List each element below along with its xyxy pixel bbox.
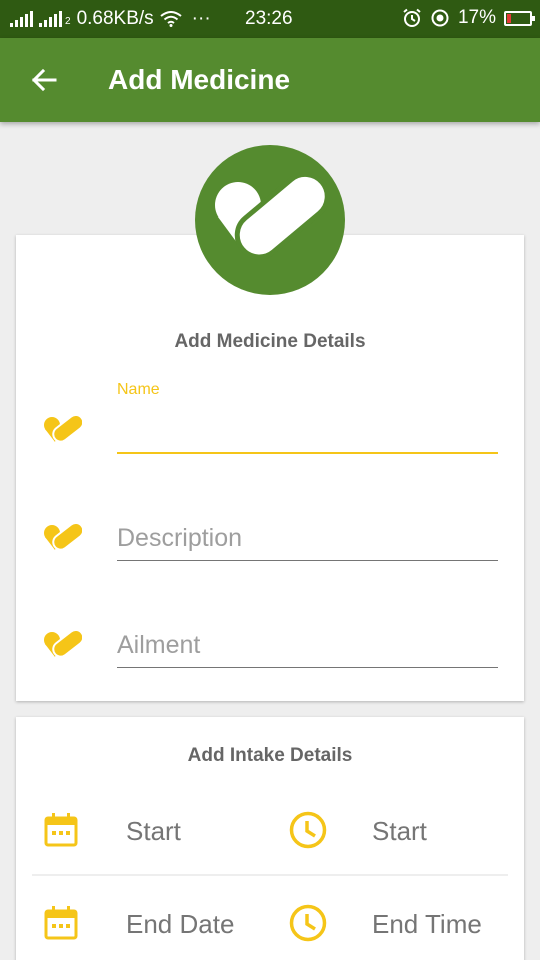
medicine-details-card: Add Medicine Details Name [16, 235, 524, 701]
arrow-left-icon [31, 68, 57, 92]
intake-divider [32, 874, 508, 876]
medicine-details-heading: Add Medicine Details [174, 331, 366, 352]
clock-icon [289, 904, 327, 942]
description-input[interactable] [117, 518, 498, 558]
end-time-picker[interactable] [288, 903, 328, 943]
battery-percent: 17% [457, 7, 496, 28]
start-date-label[interactable]: Start [126, 816, 181, 847]
pill-heart-icon [44, 630, 82, 658]
name-input-underline [117, 452, 498, 454]
signal-icon [10, 11, 33, 27]
calendar-icon [44, 906, 78, 940]
battery-icon [504, 10, 535, 26]
intake-details-card: Add Intake Details Start Start End Date … [16, 717, 524, 960]
clock-time: 23:26 [245, 8, 293, 29]
intake-details-heading: Add Intake Details [187, 745, 353, 766]
status-bar: 2 0.68KB/s ··· 23:26 17% [0, 0, 540, 38]
calendar-icon [44, 813, 78, 847]
alarm-icon [403, 8, 421, 27]
signal-icon: 2 [39, 11, 71, 27]
end-date-label[interactable]: End Date [126, 909, 234, 940]
pill-heart-icon [44, 415, 82, 443]
pill-heart-icon [215, 175, 330, 260]
name-field-label: Name [117, 381, 160, 398]
description-input-underline [117, 560, 498, 561]
location-icon [431, 9, 449, 27]
app-bar: Add Medicine [0, 38, 540, 122]
end-time-label[interactable]: End Time [372, 909, 482, 940]
start-date-picker[interactable] [42, 811, 80, 849]
pill-heart-icon [44, 523, 82, 551]
ailment-input-underline [117, 667, 498, 668]
more-notifications-icon: ··· [191, 8, 211, 29]
medicine-logo [195, 145, 345, 295]
wifi-icon [160, 11, 182, 27]
start-time-picker[interactable] [288, 810, 328, 850]
clock-icon [289, 811, 327, 849]
start-time-label[interactable]: Start [372, 816, 427, 847]
back-button[interactable] [24, 60, 64, 100]
ailment-input[interactable] [117, 625, 498, 665]
end-date-picker[interactable] [42, 904, 80, 942]
page-title: Add Medicine [108, 64, 291, 95]
name-input[interactable] [117, 411, 498, 451]
network-speed: 0.68KB/s [76, 8, 154, 29]
